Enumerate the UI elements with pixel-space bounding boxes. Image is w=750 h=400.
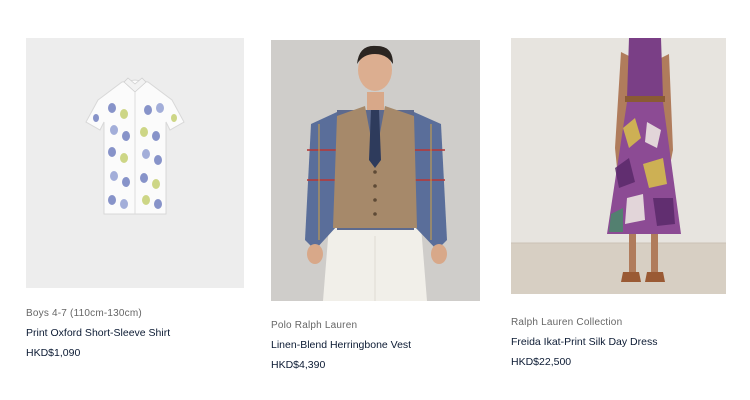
product-card[interactable]: Polo Ralph Lauren Linen-Blend Herringbon… xyxy=(271,40,480,371)
product-price: HKD$22,500 xyxy=(511,356,572,368)
shirt-image[interactable] xyxy=(26,38,244,288)
product-meta: Boys 4-7 (110cm-130cm) Print Oxford Shor… xyxy=(26,308,170,359)
model-vest-image[interactable] xyxy=(271,40,480,301)
product-card[interactable]: Ralph Lauren Collection Freida Ikat-Prin… xyxy=(511,38,726,368)
product-price: HKD$4,390 xyxy=(271,359,326,371)
product-category: Polo Ralph Lauren xyxy=(271,320,358,331)
model-dress-image[interactable] xyxy=(511,38,726,294)
product-name[interactable]: Linen-Blend Herringbone Vest xyxy=(271,339,411,351)
product-card[interactable]: Boys 4-7 (110cm-130cm) Print Oxford Shor… xyxy=(26,38,244,368)
product-meta: Ralph Lauren Collection Freida Ikat-Prin… xyxy=(511,317,657,368)
product-category: Boys 4-7 (110cm-130cm) xyxy=(26,308,142,319)
product-category: Ralph Lauren Collection xyxy=(511,317,623,328)
product-name[interactable]: Print Oxford Short-Sleeve Shirt xyxy=(26,327,170,339)
product-price: HKD$1,090 xyxy=(26,347,81,359)
product-meta: Polo Ralph Lauren Linen-Blend Herringbon… xyxy=(271,320,411,371)
product-name[interactable]: Freida Ikat-Print Silk Day Dress xyxy=(511,336,657,348)
